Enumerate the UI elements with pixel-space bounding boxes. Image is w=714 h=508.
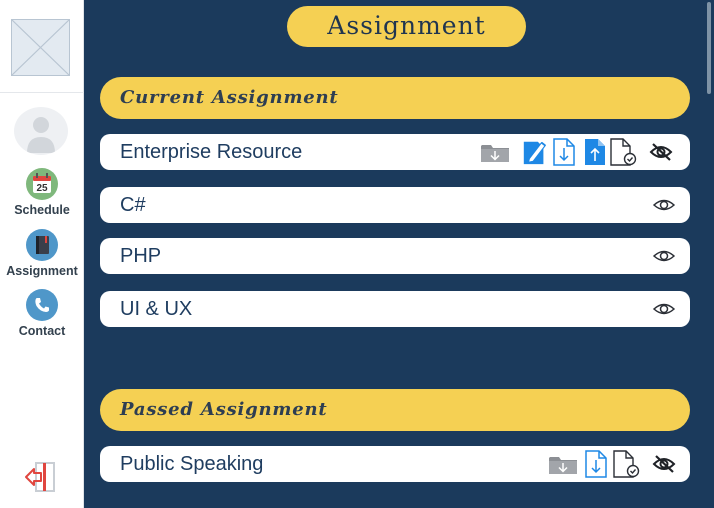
section-passed-assignment: Passed Assignment [100, 389, 690, 431]
notebook-icon [26, 229, 58, 261]
assignment-actions [548, 449, 676, 479]
sidebar: 25 Schedule Assignment Contact [0, 0, 84, 508]
assignment-row-php[interactable]: PHP [100, 238, 690, 274]
edit-document-icon[interactable] [521, 137, 549, 167]
hide-icon[interactable] [649, 142, 673, 162]
sidebar-item-label: Schedule [14, 203, 70, 217]
assignment-row-public-speaking[interactable]: Public Speaking [100, 446, 690, 482]
download-document-icon[interactable] [552, 137, 576, 167]
scroll-thumb[interactable] [707, 2, 711, 94]
calendar-badge: 25 [36, 183, 48, 194]
scrollbar[interactable] [704, 0, 714, 508]
assignment-name: C# [120, 194, 146, 216]
page-title: Assignment [287, 6, 526, 47]
download-folder-icon[interactable] [480, 137, 510, 167]
calendar-icon: 25 [26, 168, 58, 200]
view-icon[interactable] [652, 195, 676, 215]
download-folder-icon[interactable] [548, 449, 578, 479]
logo-placeholder-icon [11, 19, 70, 76]
section-current-assignment: Current Assignment [100, 77, 690, 119]
assignment-name: Public Speaking [120, 453, 264, 475]
assignment-row-csharp[interactable]: C# [100, 187, 690, 223]
sidebar-item-label: Assignment [6, 264, 78, 278]
sidebar-item-label: Contact [18, 324, 66, 338]
sidebar-item-contact[interactable]: Contact [0, 289, 84, 338]
assignment-actions [480, 137, 673, 167]
upload-document-icon[interactable] [583, 137, 607, 167]
download-document-icon[interactable] [584, 449, 608, 479]
assignment-row-ui-ux[interactable]: UI & UX [100, 291, 690, 327]
user-avatar-icon[interactable] [14, 107, 68, 155]
view-icon[interactable] [652, 246, 676, 266]
submitted-document-icon[interactable] [609, 137, 637, 167]
submitted-document-icon[interactable] [612, 449, 640, 479]
logout-icon[interactable] [23, 460, 59, 494]
sidebar-divider [0, 92, 84, 93]
sidebar-item-assignment[interactable]: Assignment [0, 229, 84, 278]
hide-icon[interactable] [652, 454, 676, 474]
view-icon[interactable] [652, 299, 676, 319]
assignment-name: UI & UX [120, 298, 193, 320]
phone-icon [26, 289, 58, 321]
assignment-row-enterprise-resource[interactable]: Enterprise Resource [100, 134, 690, 170]
assignment-name: Enterprise Resource [120, 141, 303, 163]
assignment-name: PHP [120, 245, 162, 267]
sidebar-item-schedule[interactable]: 25 Schedule [0, 168, 84, 217]
